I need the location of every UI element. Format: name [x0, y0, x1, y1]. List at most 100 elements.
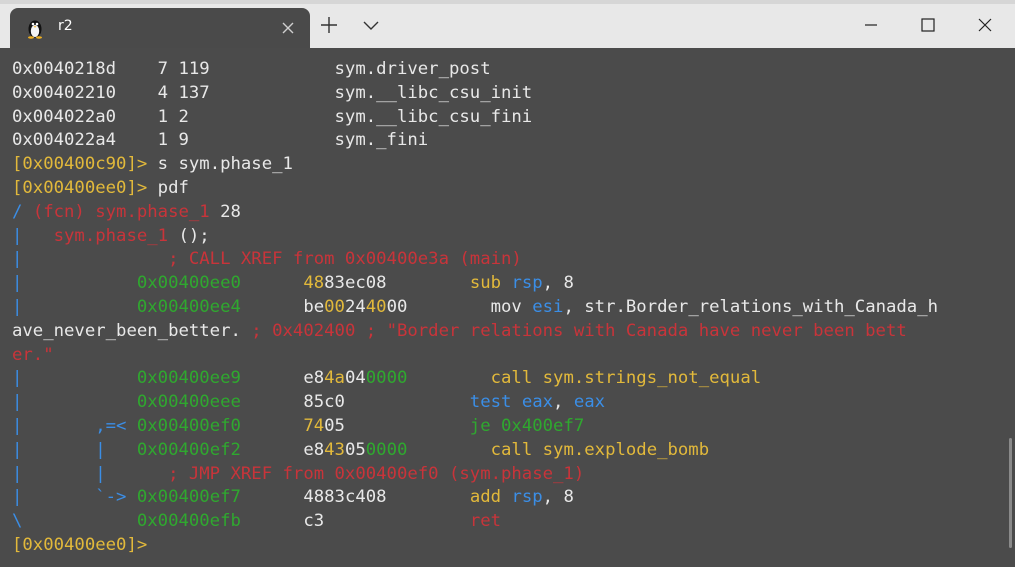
terminal-text: eax: [573, 392, 606, 413]
terminal-line: | ,=< 0x00400ef0 7405 je 0x400ef7: [12, 415, 992, 439]
terminal-text: 48: [303, 487, 325, 508]
close-icon: [978, 18, 992, 32]
terminal-line: | 0x00400ee4 be00244000 mov esi, str.Bor…: [12, 296, 992, 320]
chevron-down-icon[interactable]: [360, 14, 382, 36]
terminal-text: 83ec08: [324, 273, 470, 294]
terminal-text: ret: [469, 511, 502, 532]
terminal-window: r2 0x0040218d 7 119 sym.driver_post 0x00…: [0, 0, 1015, 567]
terminal-text: ,: [553, 392, 574, 413]
terminal-text: 24: [344, 296, 366, 317]
minimize-icon: [865, 24, 877, 26]
terminal-line: [0x00400ee0]>: [12, 534, 992, 558]
terminal-line: | sym.phase_1 ();: [12, 225, 992, 249]
terminal-line: 0x004022a4 1 9 sym._fini: [12, 129, 992, 153]
terminal-text: | |: [12, 439, 137, 460]
tab-title: r2: [58, 18, 73, 34]
terminal-text: 0x004022a4 1 9 sym._fini: [12, 130, 429, 151]
terminal-text: add: [469, 487, 502, 508]
terminal-text: |: [12, 392, 23, 413]
terminal-text: 05: [344, 439, 366, 460]
terminal-output[interactable]: 0x0040218d 7 119 sym.driver_post 0x004022…: [12, 58, 992, 558]
terminal-text: 0x00400efb: [22, 511, 304, 532]
terminal-text: rsp: [511, 273, 543, 294]
terminal-text: , str.Border_relations_with_Canada_h: [563, 296, 939, 317]
terminal-text: e8: [303, 368, 325, 389]
terminal-text: |: [12, 249, 23, 270]
terminal-text: 0x00400ef7: [136, 487, 304, 508]
terminal-text: test: [344, 392, 522, 413]
terminal-text: 00: [386, 296, 408, 317]
terminal-line: | | 0x00400ef2 e843050000 call sym.explo…: [12, 439, 992, 463]
terminal-text: |: [12, 296, 23, 317]
terminal-line: | 0x00400ee0 4883ec08 sub rsp, 8: [12, 272, 992, 296]
terminal-text: |: [12, 273, 23, 294]
terminal-text: , 8: [542, 487, 574, 508]
terminal-text: s sym.phase_1: [147, 154, 293, 175]
terminal-line: ave_never_been_better. ; 0x402400 ; "Bor…: [12, 320, 992, 344]
terminal-text: ; JMP XREF from 0x00400ef0 (sym.phase_1): [105, 463, 585, 484]
terminal-text: [0x00400ee0]>: [12, 177, 148, 198]
terminal-text: pdf: [147, 177, 189, 198]
terminal-text: sym.phase_1: [53, 225, 169, 246]
scrollbar[interactable]: [1009, 438, 1012, 548]
terminal-text: ();: [168, 225, 210, 246]
terminal-text: \: [12, 511, 23, 532]
terminal-text: 83c408: [324, 487, 470, 508]
terminal-text: rsp: [511, 487, 543, 508]
terminal-line: \ 0x00400efb c3 ret: [12, 510, 992, 534]
terminal-text: | `->: [12, 487, 137, 508]
maximize-icon: [921, 18, 935, 32]
terminal-line: [0x00400c90]> s sym.phase_1: [12, 153, 992, 177]
terminal-line: / (fcn) sym.phase_1 28: [12, 201, 992, 225]
maximize-button[interactable]: [913, 10, 943, 40]
terminal-text: 0x00402210 4 137 sym.__libc_csu_init: [12, 82, 533, 103]
terminal-text: |: [12, 368, 23, 389]
close-window-button[interactable]: [970, 10, 1000, 40]
terminal-text: 0x00400ef0: [136, 415, 304, 436]
terminal-text: eax: [521, 392, 554, 413]
terminal-text: [0x00400ee0]>: [12, 534, 148, 555]
terminal-text: e8: [303, 439, 325, 460]
terminal-text: ave_never_been_better.: [12, 320, 241, 341]
terminal-text: er.": [12, 344, 54, 365]
terminal-text: | ,=<: [12, 415, 137, 436]
terminal-text: call sym.strings_not_equal: [490, 368, 762, 389]
terminal-text: 0x00400ee9: [22, 368, 304, 389]
terminal-text: 0x0040218d 7 119 sym.driver_post: [12, 59, 491, 79]
terminal-text: ; 0x402400 ; "Border relations with Cana…: [240, 320, 907, 341]
top-strip: [0, 0, 1015, 4]
terminal-text: ; CALL XREF from 0x00400e3a (main): [22, 249, 522, 270]
close-tab-icon[interactable]: [280, 20, 296, 36]
terminal-line: 0x0040218d 7 119 sym.driver_post: [12, 58, 992, 82]
terminal-pane[interactable]: 0x0040218d 7 119 sym.driver_post 0x004022…: [0, 48, 1015, 567]
terminal-text: 4a: [324, 368, 345, 389]
terminal-text: 04: [344, 368, 366, 389]
terminal-text: call sym.explode_bomb: [490, 439, 710, 460]
terminal-text: be: [303, 296, 325, 317]
terminal-text: (fcn) sym.phase_1: [32, 201, 210, 222]
title-bar[interactable]: r2: [0, 0, 1015, 48]
terminal-text: 0x00400ee4: [22, 296, 304, 317]
terminal-text: esi: [532, 296, 564, 317]
terminal-text: 0x00400ef2: [136, 439, 304, 460]
plus-icon[interactable]: [318, 14, 340, 36]
linux-penguin-icon: [28, 20, 42, 39]
terminal-text: 40: [365, 296, 387, 317]
terminal-line: | `-> 0x00400ef7 4883c408 add rsp, 8: [12, 486, 992, 510]
terminal-text: 48: [303, 273, 325, 294]
terminal-line: 0x00402210 4 137 sym.__libc_csu_init: [12, 82, 992, 106]
terminal-text: |: [12, 225, 54, 246]
terminal-text: 74: [303, 415, 325, 436]
tab-r2[interactable]: r2: [10, 8, 310, 48]
terminal-text: 00: [324, 296, 345, 317]
terminal-text: 43: [324, 439, 345, 460]
terminal-text: 0000: [365, 368, 491, 389]
terminal-text: 0x004022a0 1 2 sym.__libc_csu_fini: [12, 106, 533, 127]
terminal-text: | |: [12, 463, 106, 484]
terminal-text: /: [12, 201, 33, 222]
minimize-button[interactable]: [856, 10, 886, 40]
terminal-text: [0x00400c90]>: [12, 154, 148, 175]
